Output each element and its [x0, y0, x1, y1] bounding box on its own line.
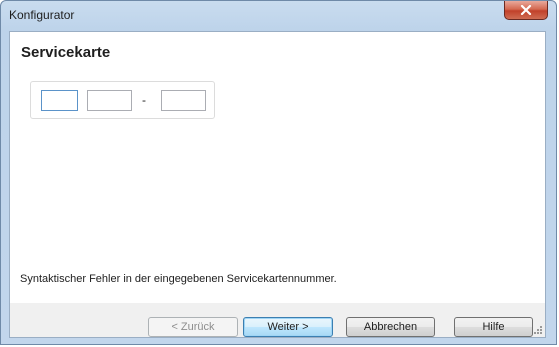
error-message: Syntaktischer Fehler in der eingegebenen…	[20, 273, 337, 285]
back-button[interactable]: < Zurück	[148, 317, 238, 337]
resize-grip-icon[interactable]	[533, 325, 543, 335]
title-bar[interactable]: Konfigurator	[1, 1, 556, 29]
next-button[interactable]: Weiter >	[243, 317, 333, 337]
service-code-field-3[interactable]	[161, 90, 206, 111]
close-button[interactable]	[504, 1, 548, 20]
cancel-button[interactable]: Abbrechen	[346, 317, 435, 337]
page-title: Servicekarte	[21, 44, 111, 61]
service-code-field-1[interactable]	[41, 90, 78, 111]
service-code-field-2[interactable]	[87, 90, 132, 111]
window-title: Konfigurator	[9, 8, 75, 22]
content-panel: Servicekarte - Syntaktischer Fehler in d…	[10, 32, 545, 303]
close-icon	[520, 5, 532, 15]
help-button[interactable]: Hilfe	[454, 317, 533, 337]
configurator-window: Konfigurator Servicekarte - Syntaktische…	[0, 0, 557, 345]
dialog-client-area: Servicekarte - Syntaktischer Fehler in d…	[9, 31, 546, 338]
service-card-number-group: -	[30, 81, 215, 119]
service-code-separator: -	[142, 93, 146, 107]
